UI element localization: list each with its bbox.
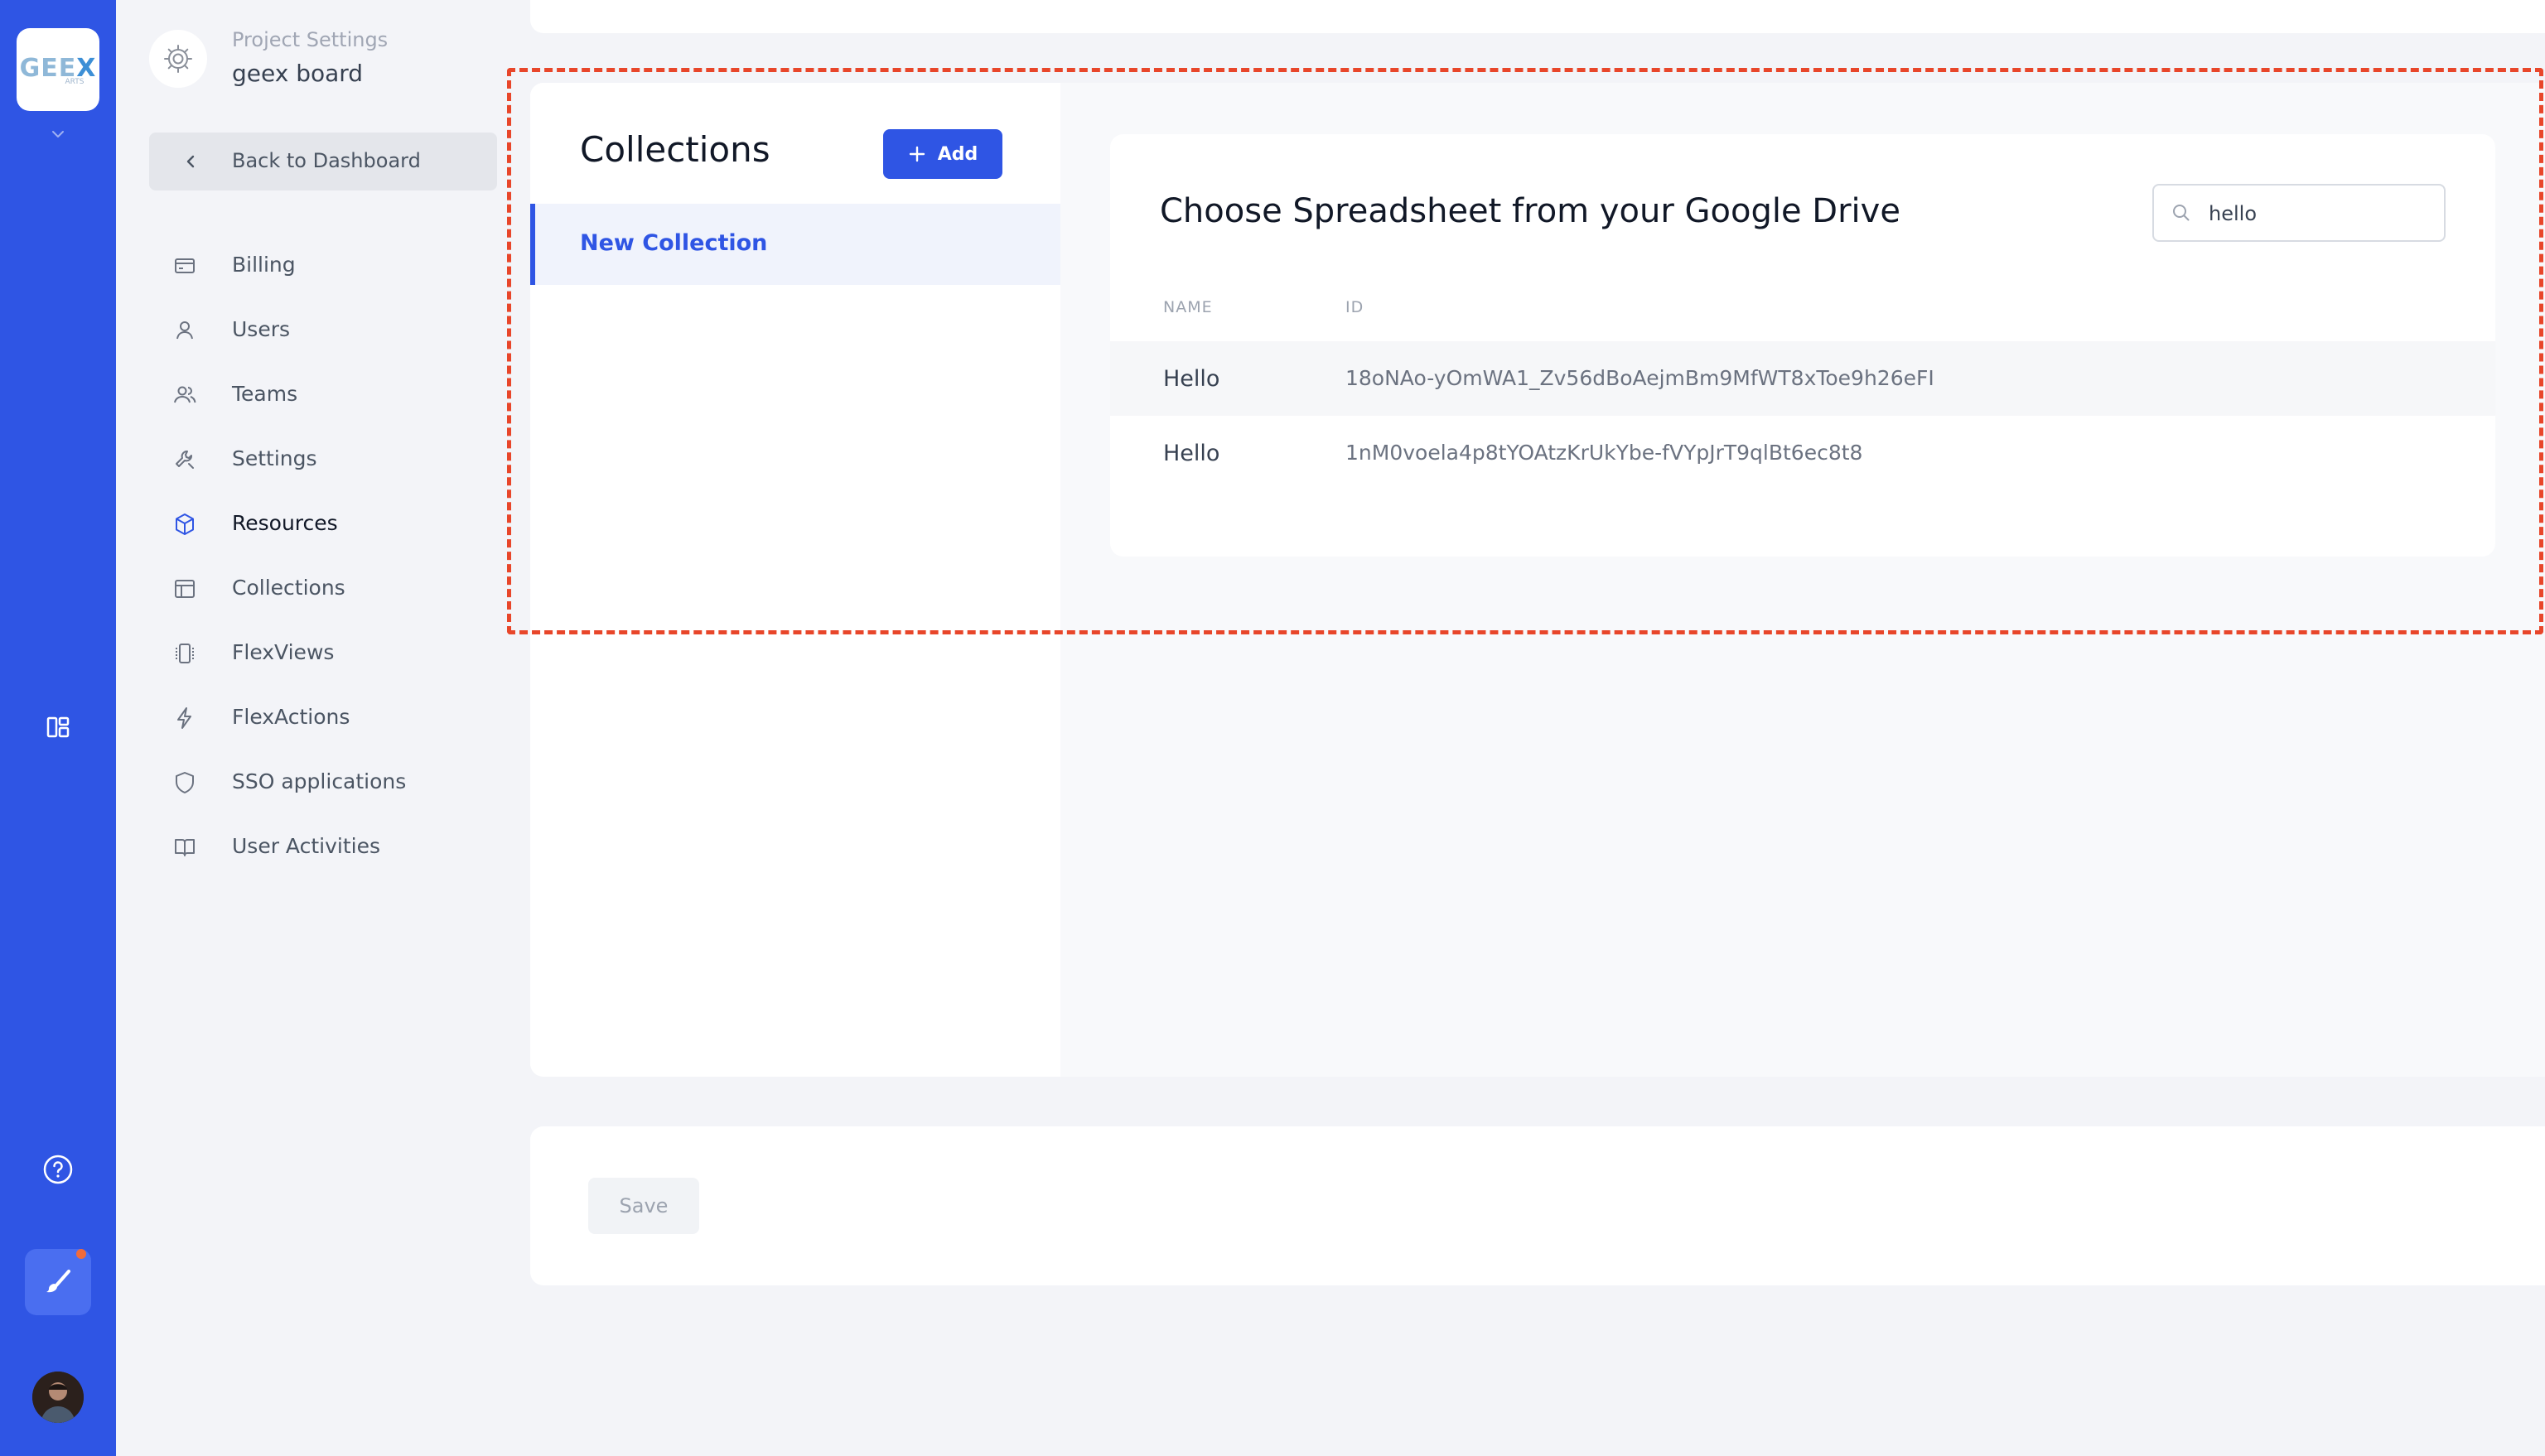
paintbrush-icon [46, 1270, 70, 1293]
row-name: Hello [1163, 441, 1220, 466]
collections-card: Collections Add New Collection Choose Sp… [530, 83, 2545, 1077]
picker-title: Choose Spreadsheet from your Google Driv… [1160, 192, 1900, 230]
wrench-icon [176, 451, 194, 469]
table-icon [175, 580, 195, 598]
nav-item-flexviews[interactable]: FlexViews [149, 621, 497, 686]
nav-item-settings[interactable]: Settings [149, 427, 497, 492]
settings-nav: Billing Users Teams Settings Resources C… [149, 234, 497, 880]
nav-item-teams[interactable]: Teams [149, 363, 497, 427]
users-icon [174, 386, 196, 403]
chevron-down-icon[interactable] [48, 124, 68, 144]
settings-badge [149, 30, 207, 88]
notification-dot [76, 1249, 86, 1259]
logo-subtext: ARTS [65, 77, 85, 86]
lightning-icon [177, 707, 191, 729]
nav-label: Users [232, 317, 291, 341]
nav-label: Teams [232, 382, 298, 406]
nav-item-flexactions[interactable]: FlexActions [149, 686, 497, 750]
save-button[interactable]: Save [588, 1178, 699, 1234]
add-label: Add [937, 143, 978, 165]
book-icon [175, 839, 195, 856]
nav-item-user-activities[interactable]: User Activities [149, 815, 497, 880]
shield-icon [176, 772, 194, 793]
credit-card-icon [175, 258, 195, 273]
search-field[interactable] [2152, 184, 2446, 242]
collections-panel: Collections Add New Collection [530, 83, 1060, 1077]
nav-item-sso-applications[interactable]: SSO applications [149, 750, 497, 815]
save-card: Save [530, 1126, 2545, 1285]
column-header-name: NAME [1163, 298, 1213, 316]
nav-label: Settings [232, 446, 317, 470]
table-row[interactable]: Hello 18oNAo-yOmWA1_Zv56dBoAejmBm9MfWT8x… [1110, 341, 2495, 416]
row-name: Hello [1163, 366, 1220, 392]
settings-subtitle: Project Settings [232, 28, 389, 51]
nav-item-users[interactable]: Users [149, 298, 497, 363]
search-icon [2173, 205, 2190, 221]
gear-icon [164, 45, 192, 73]
collection-detail: Choose Spreadsheet from your Google Driv… [1060, 83, 2545, 1077]
nav-label: Collections [232, 576, 345, 600]
workspace-logo[interactable]: GEEX ARTS [17, 28, 99, 111]
search-input[interactable] [2209, 197, 2432, 230]
collections-title: Collections [580, 129, 770, 170]
app: GEEX ARTS Project Settings geex board Ba… [0, 0, 2545, 1456]
plus-icon [909, 146, 925, 162]
nav-label: SSO applications [232, 769, 407, 793]
views-icon [176, 644, 194, 663]
dashboard-icon[interactable] [45, 714, 71, 740]
customize-button[interactable] [25, 1249, 91, 1315]
nav-label: Billing [232, 253, 296, 277]
chevron-left-icon [186, 155, 195, 168]
row-id: 18oNAo-yOmWA1_Zv56dBoAejmBm9MfWT8xToe9h2… [1345, 366, 1934, 390]
collection-item[interactable]: New Collection [530, 204, 1060, 285]
user-icon [176, 321, 193, 340]
nav-label: FlexViews [232, 640, 335, 664]
top-card [530, 0, 2545, 33]
app-rail: GEEX ARTS [0, 0, 116, 1456]
logo-text: GEEX [19, 53, 97, 83]
spreadsheet-picker: Choose Spreadsheet from your Google Driv… [1110, 134, 2495, 557]
project-name: geex board [232, 60, 364, 87]
table-row[interactable]: Hello 1nM0voela4p8tYOAtzKrUkYbe-fVYpJrT9… [1110, 416, 2495, 490]
row-id: 1nM0voela4p8tYOAtzKrUkYbe-fVYpJrT9qlBt6e… [1345, 441, 1863, 465]
cube-icon [176, 513, 194, 535]
back-to-dashboard-button[interactable]: Back to Dashboard [149, 133, 497, 190]
nav-item-collections[interactable]: Collections [149, 557, 497, 621]
nav-label: Resources [232, 511, 338, 535]
nav-label: User Activities [232, 834, 380, 858]
collection-item-label: New Collection [580, 230, 768, 256]
nav-item-billing[interactable]: Billing [149, 234, 497, 298]
help-icon[interactable] [41, 1153, 75, 1186]
add-collection-button[interactable]: Add [883, 129, 1002, 179]
nav-label: FlexActions [232, 705, 350, 729]
back-label: Back to Dashboard [232, 149, 421, 172]
nav-item-resources[interactable]: Resources [149, 492, 497, 557]
avatar[interactable] [32, 1372, 84, 1423]
column-header-id: ID [1345, 298, 1364, 316]
